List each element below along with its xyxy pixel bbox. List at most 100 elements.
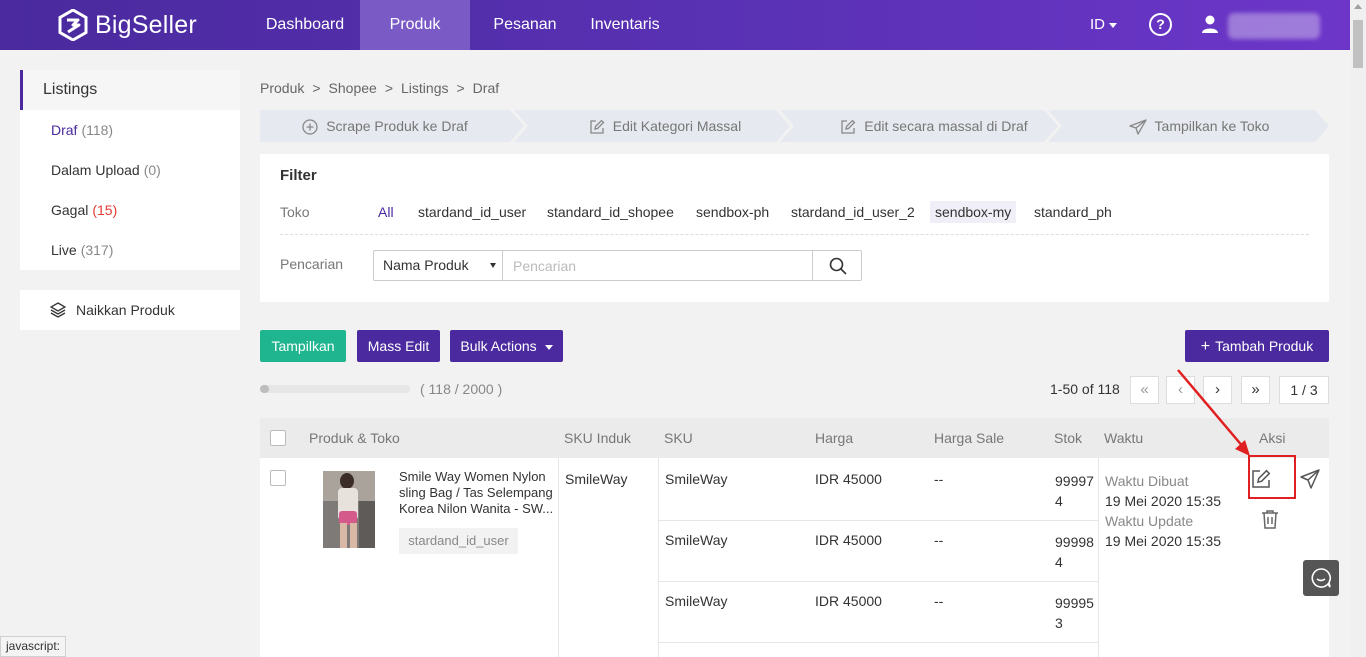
store-chip-hover[interactable]: sendbox-my — [930, 201, 1017, 223]
caret-down-icon — [544, 344, 553, 350]
variant-sale-price: -- — [934, 532, 944, 548]
sidebar-item-label: Dalam Upload — [51, 162, 140, 178]
breadcrumb-item[interactable]: Produk — [260, 80, 304, 96]
store-chip[interactable]: stardand_id_user_2 — [786, 201, 920, 223]
variant-sale-price: -- — [934, 471, 944, 487]
variant-sku: SmileWay — [665, 532, 728, 548]
language-selector[interactable]: ID — [1090, 0, 1117, 50]
search-field-value: Nama Produk — [383, 257, 469, 273]
edit-icon — [841, 119, 856, 134]
nav-produk[interactable]: Produk — [360, 0, 470, 50]
variant-price: IDR 45000 — [815, 471, 882, 487]
row-checkbox[interactable] — [270, 470, 286, 486]
col-divider — [1098, 458, 1099, 657]
add-product-button[interactable]: + Tambah Produk — [1185, 330, 1329, 362]
divider — [280, 234, 1309, 235]
caret-down-icon — [1109, 22, 1117, 28]
sidebar-item-label: Draf — [51, 122, 78, 138]
sidebar-item-draf[interactable]: Draf (118) — [20, 110, 240, 150]
store-label: Toko — [280, 204, 310, 220]
col-time: Waktu — [1104, 430, 1144, 446]
sidebar-item-dalam-upload[interactable]: Dalam Upload (0) — [20, 150, 240, 190]
product-thumbnail[interactable] — [323, 471, 375, 548]
sidebar-item-live[interactable]: Live (317) — [20, 230, 240, 270]
workflow-steps: Scrape Produk ke Draf Edit Kategori Mass… — [260, 110, 1329, 142]
layers-icon — [50, 302, 66, 318]
sidebar-item-label: Live — [51, 242, 77, 258]
send-icon[interactable] — [1300, 469, 1320, 489]
page-indicator[interactable]: 1 / 3 — [1279, 376, 1329, 404]
nav-pesanan[interactable]: Pesanan — [480, 0, 570, 50]
sidebar-item-naikkan-produk[interactable]: Naikkan Produk — [20, 290, 240, 330]
chat-button[interactable] — [1303, 560, 1339, 596]
product-name[interactable]: Smile Way Women Nylon sling Bag / Tas Se… — [399, 469, 557, 517]
prev-page-button[interactable]: ‹ — [1166, 376, 1195, 404]
chat-icon — [1311, 568, 1332, 588]
vertical-scrollbar[interactable] — [1350, 0, 1366, 657]
store-chip[interactable]: sendbox-ph — [691, 201, 774, 223]
user-icon[interactable] — [1201, 15, 1219, 33]
quota-progress-fill — [260, 385, 269, 393]
col-divider — [558, 458, 559, 657]
help-icon[interactable]: ? — [1149, 13, 1172, 36]
stock-value-wrap: 4 — [1055, 554, 1063, 570]
scroll-up-icon[interactable] — [1354, 4, 1362, 9]
step-label: Scrape Produk ke Draf — [326, 118, 468, 134]
stock-value: 99998 — [1055, 534, 1094, 550]
nav-dashboard[interactable]: Dashboard — [250, 0, 360, 50]
bulk-actions-label: Bulk Actions — [460, 338, 537, 354]
updated-label: Waktu Update — [1105, 513, 1194, 529]
breadcrumb: Produk > Shopee > Listings > Draf — [260, 80, 500, 96]
sidebar-title: Listings — [20, 70, 240, 110]
select-all-checkbox[interactable] — [270, 430, 286, 446]
step-scrape[interactable]: Scrape Produk ke Draf — [260, 110, 510, 142]
first-page-button[interactable]: « — [1130, 376, 1159, 404]
breadcrumb-item[interactable]: Listings — [401, 80, 448, 96]
store-chip[interactable]: standard_ph — [1029, 201, 1117, 223]
last-page-button[interactable]: » — [1241, 376, 1270, 404]
step-edit-kategori[interactable]: Edit Kategori Massal — [530, 110, 800, 142]
sidebar-item-count: (0) — [143, 162, 161, 178]
table-body: Smile Way Women Nylon sling Bag / Tas Se… — [260, 455, 1329, 657]
search-button[interactable] — [812, 251, 861, 280]
logo[interactable]: BigSeller — [58, 8, 197, 42]
variant-stock: 99995 3 — [1055, 593, 1094, 633]
edit-icon[interactable] — [1250, 468, 1272, 490]
variant-sku: SmileWay — [665, 593, 728, 609]
store-chip-all[interactable]: All — [373, 201, 399, 223]
updated-time: 19 Mei 2020 15:35 — [1105, 533, 1221, 549]
step-tampilkan[interactable]: Tampilkan ke Toko — [1068, 110, 1330, 142]
stock-value: 99997 — [1055, 473, 1094, 489]
table-header: Produk & Toko SKU Induk SKU Harga Harga … — [260, 418, 1329, 458]
search-box: Nama Produk — [373, 250, 862, 281]
search-input[interactable] — [504, 251, 813, 280]
bulk-actions-button[interactable]: Bulk Actions — [450, 330, 563, 362]
next-page-button[interactable]: › — [1203, 376, 1232, 404]
tampilkan-button[interactable]: Tampilkan — [260, 330, 346, 362]
step-edit-massal[interactable]: Edit secara massal di Draf — [800, 110, 1068, 142]
col-sku: SKU — [664, 430, 693, 446]
stock-value: 99995 — [1055, 595, 1094, 611]
store-chip[interactable]: stardand_id_user — [413, 201, 531, 223]
scrollbar-thumb[interactable] — [1353, 20, 1363, 68]
sidebar-item-gagal[interactable]: Gagal (15) — [20, 190, 240, 230]
caret-down-icon — [490, 263, 496, 268]
created-time: 19 Mei 2020 15:35 — [1105, 493, 1221, 509]
variant-sale-price: -- — [934, 593, 944, 609]
username-redacted[interactable] — [1228, 13, 1320, 39]
product-photo — [323, 471, 375, 548]
search-field-select[interactable]: Nama Produk — [374, 251, 503, 280]
step-label: Edit Kategori Massal — [612, 118, 742, 134]
variant-price: IDR 45000 — [815, 593, 882, 609]
trash-icon[interactable] — [1260, 509, 1280, 529]
stock-value-wrap: 3 — [1055, 615, 1063, 631]
brand-name: BigSeller — [95, 10, 197, 39]
mass-edit-button[interactable]: Mass Edit — [357, 330, 440, 362]
variant-stock: 99998 4 — [1055, 532, 1094, 572]
quota-progress — [260, 385, 410, 393]
store-tag: stardand_id_user — [399, 528, 518, 554]
breadcrumb-item[interactable]: Shopee — [329, 80, 377, 96]
store-chip[interactable]: standard_id_shopee — [542, 201, 679, 223]
nav-inventaris[interactable]: Inventaris — [580, 0, 670, 50]
time-info: Waktu Dibuat 19 Mei 2020 15:35 Waktu Upd… — [1105, 471, 1221, 551]
